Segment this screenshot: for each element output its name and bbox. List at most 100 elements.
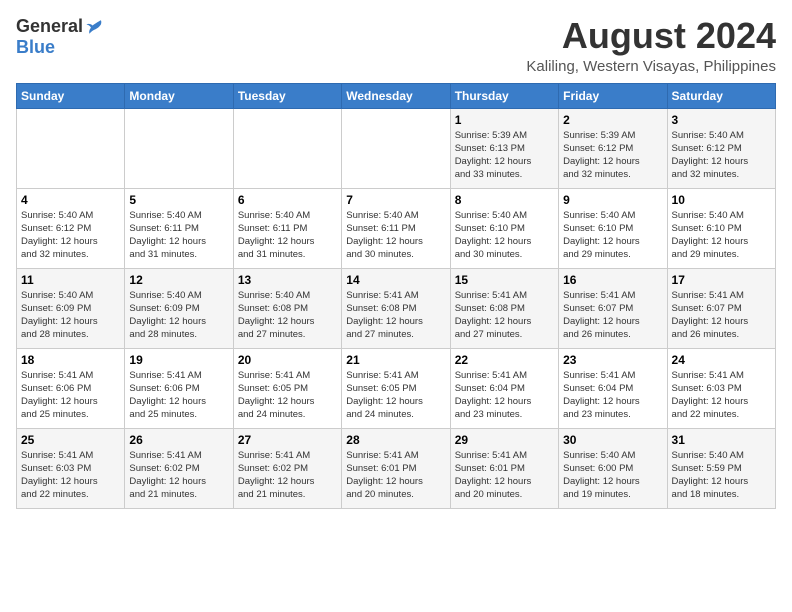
day-info: Sunrise: 5:40 AM Sunset: 6:11 PM Dayligh…: [346, 209, 445, 262]
calendar-subtitle: Kaliling, Western Visayas, Philippines: [526, 58, 776, 75]
day-info: Sunrise: 5:41 AM Sunset: 6:05 PM Dayligh…: [238, 369, 337, 422]
day-info: Sunrise: 5:41 AM Sunset: 6:08 PM Dayligh…: [346, 289, 445, 342]
day-cell: [17, 108, 125, 188]
day-cell: 24Sunrise: 5:41 AM Sunset: 6:03 PM Dayli…: [667, 348, 775, 428]
day-info: Sunrise: 5:40 AM Sunset: 6:11 PM Dayligh…: [129, 209, 228, 262]
day-number: 16: [563, 273, 662, 287]
day-info: Sunrise: 5:40 AM Sunset: 6:08 PM Dayligh…: [238, 289, 337, 342]
day-number: 1: [455, 113, 554, 127]
week-row-2: 4 Sunrise: 5:40 AM Sunset: 6:12 PM Daylig…: [17, 188, 776, 268]
week-row-4: 18 Sunrise: 5:41 AM Sunset: 6:06 PM Dayli…: [17, 348, 776, 428]
day-info: Sunrise: 5:41 AM Sunset: 6:03 PM Dayligh…: [672, 369, 771, 422]
day-cell: 4 Sunrise: 5:40 AM Sunset: 6:12 PM Daylig…: [17, 188, 125, 268]
day-number: 19: [129, 353, 228, 367]
logo-general: General: [16, 16, 83, 37]
day-cell: 11 Sunrise: 5:40 AM Sunset: 6:09 PM Dayli…: [17, 268, 125, 348]
day-number: 6: [238, 193, 337, 207]
header-cell-friday: Friday: [559, 83, 667, 108]
day-cell: 27 Sunrise: 5:41 AM Sunset: 6:02 PM Dayli…: [233, 428, 341, 508]
day-cell: 25 Sunrise: 5:41 AM Sunset: 6:03 PM Dayli…: [17, 428, 125, 508]
day-cell: 12Sunrise: 5:40 AM Sunset: 6:09 PM Dayli…: [125, 268, 233, 348]
day-info: Sunrise: 5:39 AM Sunset: 6:12 PM Dayligh…: [563, 129, 662, 182]
day-info: Sunrise: 5:40 AM Sunset: 6:10 PM Dayligh…: [672, 209, 771, 262]
day-number: 10: [672, 193, 771, 207]
day-info: Sunrise: 5:40 AM Sunset: 6:10 PM Dayligh…: [455, 209, 554, 262]
day-info: Sunrise: 5:41 AM Sunset: 6:05 PM Dayligh…: [346, 369, 445, 422]
day-cell: 7 Sunrise: 5:40 AM Sunset: 6:11 PM Daylig…: [342, 188, 450, 268]
day-info: Sunrise: 5:41 AM Sunset: 6:02 PM Dayligh…: [129, 449, 228, 502]
day-number: 3: [672, 113, 771, 127]
day-number: 28: [346, 433, 445, 447]
header-cell-thursday: Thursday: [450, 83, 558, 108]
day-number: 25: [21, 433, 120, 447]
day-info: Sunrise: 5:41 AM Sunset: 6:01 PM Dayligh…: [455, 449, 554, 502]
day-number: 4: [21, 193, 120, 207]
header-cell-saturday: Saturday: [667, 83, 775, 108]
day-number: 14: [346, 273, 445, 287]
day-cell: 17Sunrise: 5:41 AM Sunset: 6:07 PM Dayli…: [667, 268, 775, 348]
day-info: Sunrise: 5:41 AM Sunset: 6:06 PM Dayligh…: [21, 369, 120, 422]
header-cell-sunday: Sunday: [17, 83, 125, 108]
day-cell: 8 Sunrise: 5:40 AM Sunset: 6:10 PM Daylig…: [450, 188, 558, 268]
day-info: Sunrise: 5:40 AM Sunset: 6:09 PM Dayligh…: [21, 289, 120, 342]
day-cell: 19 Sunrise: 5:41 AM Sunset: 6:06 PM Dayli…: [125, 348, 233, 428]
day-number: 31: [672, 433, 771, 447]
day-cell: [125, 108, 233, 188]
logo-blue: Blue: [16, 37, 55, 58]
day-cell: 15Sunrise: 5:41 AM Sunset: 6:08 PM Dayli…: [450, 268, 558, 348]
day-cell: 13 Sunrise: 5:40 AM Sunset: 6:08 PM Dayli…: [233, 268, 341, 348]
logo: General Blue: [16, 16, 103, 58]
day-number: 18: [21, 353, 120, 367]
day-number: 9: [563, 193, 662, 207]
day-number: 7: [346, 193, 445, 207]
header-row: SundayMondayTuesdayWednesdayThursdayFrid…: [17, 83, 776, 108]
day-cell: 1 Sunrise: 5:39 AM Sunset: 6:13 PM Daylig…: [450, 108, 558, 188]
day-number: 22: [455, 353, 554, 367]
day-info: Sunrise: 5:41 AM Sunset: 6:06 PM Dayligh…: [129, 369, 228, 422]
header-cell-tuesday: Tuesday: [233, 83, 341, 108]
day-info: Sunrise: 5:41 AM Sunset: 6:04 PM Dayligh…: [455, 369, 554, 422]
day-info: Sunrise: 5:41 AM Sunset: 6:01 PM Dayligh…: [346, 449, 445, 502]
day-info: Sunrise: 5:40 AM Sunset: 6:10 PM Dayligh…: [563, 209, 662, 262]
day-cell: 14 Sunrise: 5:41 AM Sunset: 6:08 PM Dayli…: [342, 268, 450, 348]
day-info: Sunrise: 5:40 AM Sunset: 5:59 PM Dayligh…: [672, 449, 771, 502]
day-info: Sunrise: 5:40 AM Sunset: 6:12 PM Dayligh…: [21, 209, 120, 262]
day-cell: 23Sunrise: 5:41 AM Sunset: 6:04 PM Dayli…: [559, 348, 667, 428]
day-cell: 10 Sunrise: 5:40 AM Sunset: 6:10 PM Dayli…: [667, 188, 775, 268]
day-number: 13: [238, 273, 337, 287]
day-number: 2: [563, 113, 662, 127]
day-info: Sunrise: 5:41 AM Sunset: 6:03 PM Dayligh…: [21, 449, 120, 502]
week-row-5: 25 Sunrise: 5:41 AM Sunset: 6:03 PM Dayli…: [17, 428, 776, 508]
day-cell: 2 Sunrise: 5:39 AM Sunset: 6:12 PM Daylig…: [559, 108, 667, 188]
day-cell: 29 Sunrise: 5:41 AM Sunset: 6:01 PM Dayli…: [450, 428, 558, 508]
title-area: August 2024 Kaliling, Western Visayas, P…: [526, 16, 776, 75]
day-info: Sunrise: 5:40 AM Sunset: 6:09 PM Dayligh…: [129, 289, 228, 342]
day-info: Sunrise: 5:40 AM Sunset: 6:00 PM Dayligh…: [563, 449, 662, 502]
day-cell: 21 Sunrise: 5:41 AM Sunset: 6:05 PM Dayli…: [342, 348, 450, 428]
week-row-3: 11 Sunrise: 5:40 AM Sunset: 6:09 PM Dayli…: [17, 268, 776, 348]
logo-bird-icon: [85, 18, 103, 36]
day-number: 8: [455, 193, 554, 207]
day-info: Sunrise: 5:41 AM Sunset: 6:04 PM Dayligh…: [563, 369, 662, 422]
day-info: Sunrise: 5:40 AM Sunset: 6:12 PM Dayligh…: [672, 129, 771, 182]
day-number: 11: [21, 273, 120, 287]
day-number: 26: [129, 433, 228, 447]
calendar-title: August 2024: [526, 16, 776, 56]
day-cell: 18 Sunrise: 5:41 AM Sunset: 6:06 PM Dayli…: [17, 348, 125, 428]
day-cell: 20Sunrise: 5:41 AM Sunset: 6:05 PM Dayli…: [233, 348, 341, 428]
day-cell: [233, 108, 341, 188]
day-cell: 28 Sunrise: 5:41 AM Sunset: 6:01 PM Dayli…: [342, 428, 450, 508]
header: General Blue August 2024 Kaliling, Weste…: [16, 16, 776, 75]
calendar-table: SundayMondayTuesdayWednesdayThursdayFrid…: [16, 83, 776, 509]
day-number: 21: [346, 353, 445, 367]
day-info: Sunrise: 5:41 AM Sunset: 6:02 PM Dayligh…: [238, 449, 337, 502]
day-number: 27: [238, 433, 337, 447]
day-info: Sunrise: 5:41 AM Sunset: 6:07 PM Dayligh…: [563, 289, 662, 342]
day-number: 17: [672, 273, 771, 287]
day-info: Sunrise: 5:39 AM Sunset: 6:13 PM Dayligh…: [455, 129, 554, 182]
day-number: 5: [129, 193, 228, 207]
day-number: 29: [455, 433, 554, 447]
header-cell-monday: Monday: [125, 83, 233, 108]
day-info: Sunrise: 5:41 AM Sunset: 6:08 PM Dayligh…: [455, 289, 554, 342]
day-cell: [342, 108, 450, 188]
